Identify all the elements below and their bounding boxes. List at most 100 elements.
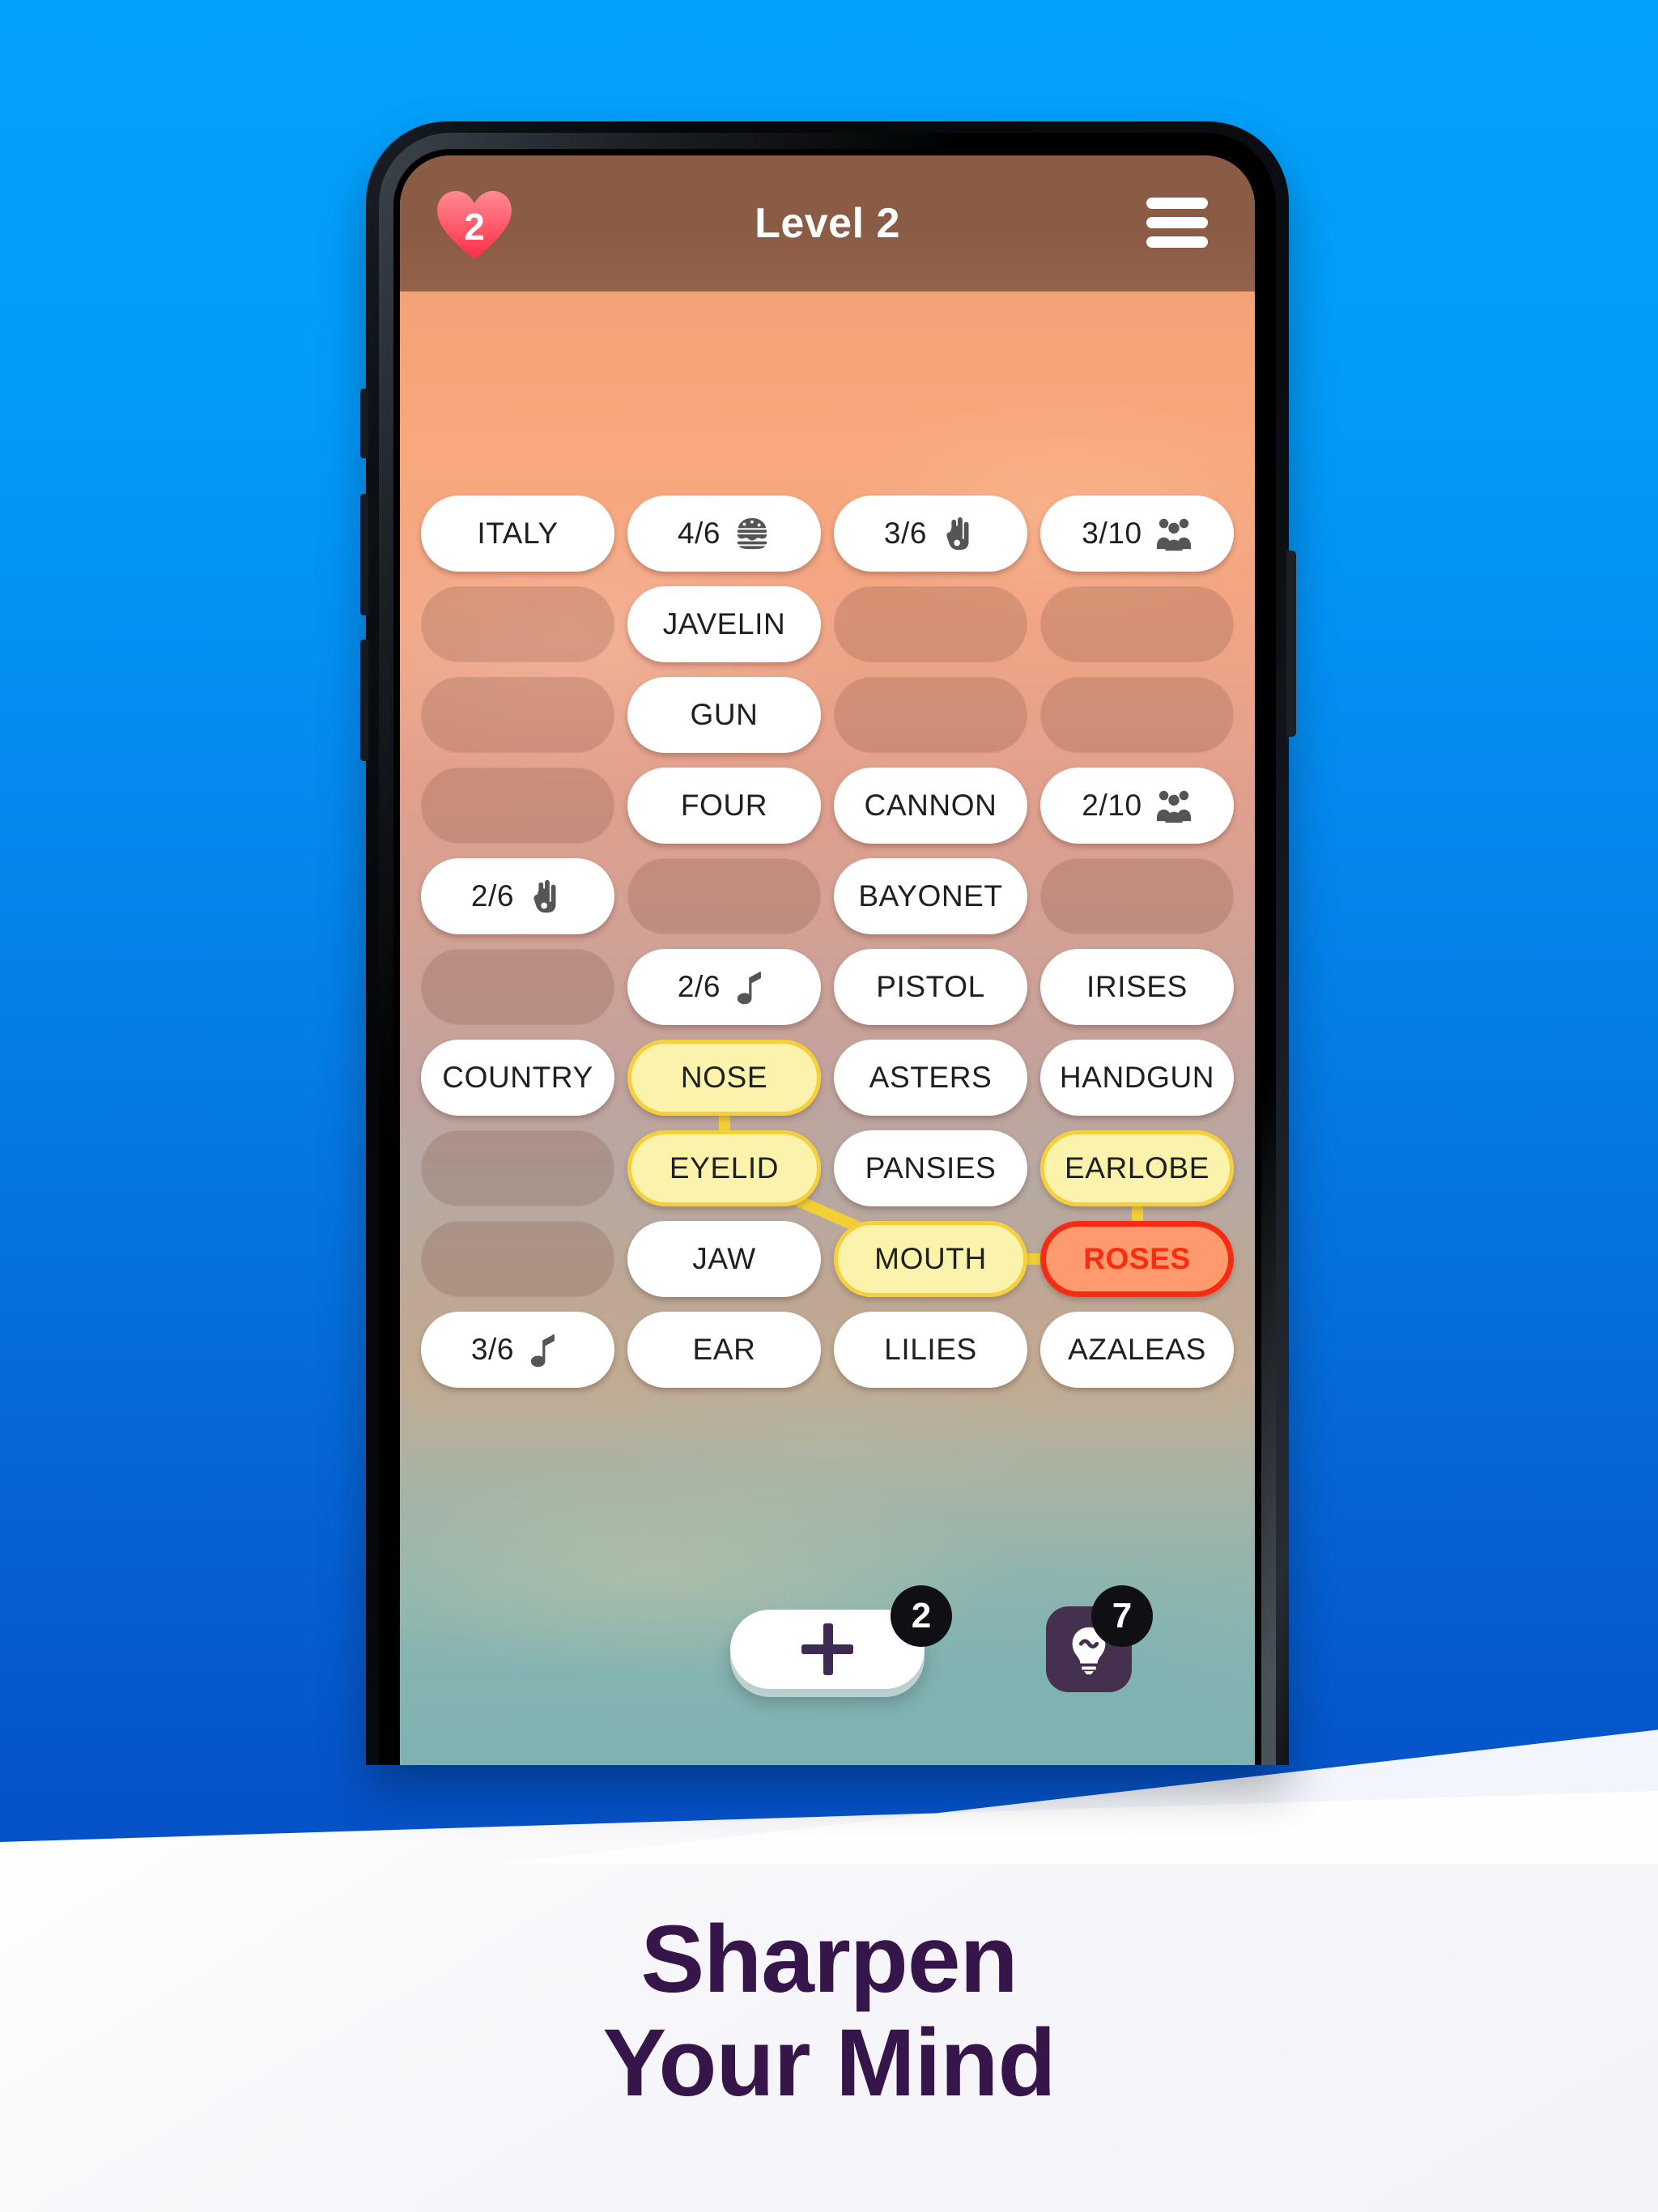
page-title: Level 2 bbox=[755, 200, 900, 247]
hamburger-menu-icon[interactable] bbox=[1146, 198, 1208, 248]
empty-tile bbox=[834, 677, 1027, 753]
phone-volume-up-button bbox=[360, 494, 368, 615]
lives-indicator: 2 bbox=[436, 189, 513, 261]
tile-label: GUN bbox=[690, 698, 759, 731]
tile-label: NOSE bbox=[680, 1061, 768, 1094]
tile-label: JAVELIN bbox=[662, 607, 786, 640]
game-toolbar: 2 7 bbox=[400, 1585, 1255, 1702]
word-tile[interactable]: MOUTH bbox=[834, 1221, 1027, 1297]
hand-three-fingers-icon bbox=[527, 878, 564, 915]
tile-label: EYELID bbox=[669, 1151, 780, 1185]
tile-label: 2/6 bbox=[677, 970, 721, 1003]
word-tile[interactable]: FOUR bbox=[627, 768, 821, 844]
word-tile[interactable]: EYELID bbox=[627, 1130, 821, 1206]
word-tile[interactable]: 2/6 bbox=[421, 858, 614, 934]
tile-label: MOUTH bbox=[874, 1242, 987, 1275]
menu-bar-1 bbox=[1146, 198, 1208, 209]
tagline-line-2: Your Mind bbox=[602, 2009, 1056, 2116]
tile-label: EAR bbox=[692, 1333, 756, 1366]
word-tile[interactable]: 3/10 bbox=[1040, 496, 1234, 572]
add-row-button[interactable]: 2 bbox=[730, 1585, 952, 1689]
tile-label: 3/6 bbox=[470, 1333, 515, 1366]
music-note-icon bbox=[733, 968, 771, 1006]
word-tile[interactable]: CANNON bbox=[834, 768, 1027, 844]
word-tile[interactable]: 4/6 bbox=[627, 496, 821, 572]
word-tile[interactable]: ITALY bbox=[421, 496, 614, 572]
empty-tile bbox=[627, 858, 821, 934]
tile-label: FOUR bbox=[680, 789, 768, 822]
tile-label: ASTERS bbox=[869, 1061, 993, 1094]
word-tile[interactable]: NOSE bbox=[627, 1040, 821, 1116]
word-tile[interactable]: 2/10 bbox=[1040, 768, 1234, 844]
lives-count: 2 bbox=[464, 206, 485, 248]
word-tile[interactable]: HANDGUN bbox=[1040, 1040, 1234, 1116]
empty-tile bbox=[421, 1130, 614, 1206]
tile-label: AZALEAS bbox=[1068, 1333, 1206, 1366]
empty-tile bbox=[1040, 586, 1234, 662]
word-tile[interactable]: BAYONET bbox=[834, 858, 1027, 934]
word-tile[interactable]: 3/6 bbox=[834, 496, 1027, 572]
word-tile[interactable]: 3/6 bbox=[421, 1312, 614, 1388]
word-tile[interactable]: JAW bbox=[627, 1221, 821, 1297]
promo-tagline: Sharpen Your Mind bbox=[0, 1908, 1658, 2115]
tile-label: 2/6 bbox=[470, 879, 515, 912]
app-header: 2 Level 2 bbox=[400, 155, 1255, 291]
empty-tile bbox=[421, 1221, 614, 1297]
phone-bezel: 2 Level 2 ITALY 4/6 3/6 3/10 JAVELIN GUN FOUR C… bbox=[393, 149, 1261, 1765]
word-tile[interactable]: LILIES bbox=[834, 1312, 1027, 1388]
tile-label: ROSES bbox=[1083, 1242, 1191, 1275]
word-tile[interactable]: JAVELIN bbox=[627, 586, 821, 662]
word-tile[interactable]: AZALEAS bbox=[1040, 1312, 1234, 1388]
hint-button[interactable]: 7 bbox=[1046, 1585, 1153, 1692]
phone-mute-switch bbox=[360, 389, 368, 458]
tile-label: 3/10 bbox=[1082, 517, 1142, 550]
add-row-badge: 2 bbox=[891, 1585, 952, 1647]
hint-badge: 7 bbox=[1091, 1585, 1153, 1647]
empty-tile bbox=[834, 586, 1027, 662]
burger-icon bbox=[733, 515, 771, 552]
tile-label: 4/6 bbox=[677, 517, 721, 550]
tile-label: HANDGUN bbox=[1059, 1061, 1215, 1094]
word-tile[interactable]: EARLOBE bbox=[1040, 1130, 1234, 1206]
word-tile[interactable]: IRISES bbox=[1040, 949, 1234, 1025]
tile-label: EARLOBE bbox=[1065, 1151, 1209, 1185]
word-tile[interactable]: EAR bbox=[627, 1312, 821, 1388]
hand-three-fingers-icon bbox=[940, 515, 977, 552]
word-tile[interactable]: PISTOL bbox=[834, 949, 1027, 1025]
people-group-icon bbox=[1155, 787, 1192, 824]
menu-bar-2 bbox=[1146, 217, 1208, 228]
tile-label: JAW bbox=[692, 1242, 756, 1275]
phone-volume-down-button bbox=[360, 640, 368, 761]
word-tile[interactable]: ROSES bbox=[1040, 1221, 1234, 1297]
empty-tile bbox=[421, 586, 614, 662]
empty-tile bbox=[1040, 858, 1234, 934]
tile-label: 3/6 bbox=[883, 517, 928, 550]
word-tile[interactable]: GUN bbox=[627, 677, 821, 753]
phone-mockup: 2 Level 2 ITALY 4/6 3/6 3/10 JAVELIN GUN FOUR C… bbox=[360, 121, 1296, 1765]
phone-power-button bbox=[1286, 551, 1296, 737]
tile-label: IRISES bbox=[1086, 970, 1188, 1003]
plus-icon bbox=[801, 1623, 853, 1675]
music-note-icon bbox=[527, 1331, 564, 1368]
empty-tile bbox=[421, 949, 614, 1025]
empty-tile bbox=[421, 768, 614, 844]
tile-label: LILIES bbox=[884, 1333, 977, 1366]
app-screen: 2 Level 2 ITALY 4/6 3/6 3/10 JAVELIN GUN FOUR C… bbox=[400, 155, 1255, 1765]
tagline-line-1: Sharpen bbox=[640, 1906, 1018, 2014]
menu-bar-3 bbox=[1146, 236, 1208, 248]
tile-label: ITALY bbox=[477, 517, 559, 550]
word-grid: ITALY 4/6 3/6 3/10 JAVELIN GUN FOUR CANNON 2/10 2… bbox=[421, 496, 1234, 1388]
tile-label: PISTOL bbox=[876, 970, 985, 1003]
tile-label: COUNTRY bbox=[442, 1061, 593, 1094]
tile-label: CANNON bbox=[864, 789, 997, 822]
word-tile[interactable]: PANSIES bbox=[834, 1130, 1027, 1206]
word-tile[interactable]: 2/6 bbox=[627, 949, 821, 1025]
tile-label: 2/10 bbox=[1082, 789, 1142, 822]
word-tile[interactable]: ASTERS bbox=[834, 1040, 1027, 1116]
word-tile[interactable]: COUNTRY bbox=[421, 1040, 614, 1116]
people-group-icon bbox=[1155, 515, 1192, 552]
tile-label: BAYONET bbox=[858, 879, 1003, 912]
tile-label: PANSIES bbox=[865, 1151, 997, 1185]
empty-tile bbox=[421, 677, 614, 753]
empty-tile bbox=[1040, 677, 1234, 753]
